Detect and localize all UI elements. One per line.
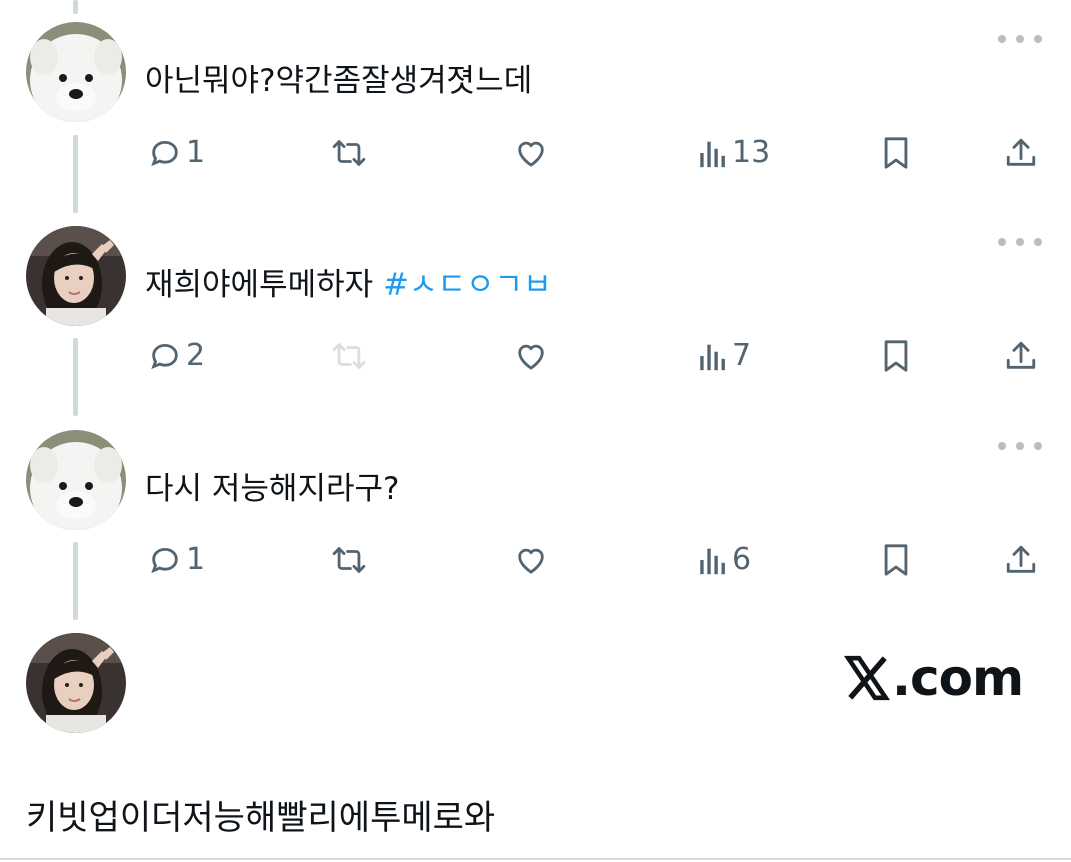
post-text: 키빗업이더저능해빨리에투메로와 <box>26 798 496 838</box>
like-icon <box>518 344 544 370</box>
reply-button[interactable]: 1 <box>148 136 205 170</box>
thread-line <box>73 542 78 620</box>
retweet-icon <box>332 140 366 166</box>
reply-icon <box>151 343 178 370</box>
share-icon <box>1006 341 1036 369</box>
views-count: 7 <box>732 338 752 373</box>
tweet-text: 다시 저능해지라구? <box>145 471 400 507</box>
tweet-text-body: 재희야에투메하자 <box>145 267 384 303</box>
like-button[interactable] <box>513 543 549 577</box>
avatar-dog[interactable] <box>26 430 126 530</box>
reply-button[interactable]: 2 <box>148 339 205 373</box>
reply-count: 2 <box>186 338 206 373</box>
reply-icon <box>151 140 178 167</box>
reply-button[interactable]: 1 <box>148 543 205 577</box>
retweet-icon <box>332 343 366 369</box>
like-icon <box>518 141 544 167</box>
thread-line <box>73 135 78 213</box>
views-button[interactable]: 6 <box>698 543 751 577</box>
views-icon <box>700 344 725 371</box>
bookmark-button[interactable] <box>881 543 911 577</box>
retweet-button[interactable] <box>330 136 368 170</box>
reply-count: 1 <box>186 542 206 577</box>
tweet-text: 재희야에투메하자 #ㅅㄷㅇㄱㅂ <box>145 265 552 305</box>
retweet-button-disabled <box>330 339 368 373</box>
reply-icon <box>151 547 178 574</box>
more-icon[interactable] <box>998 438 1042 454</box>
avatar-dog[interactable] <box>26 22 126 122</box>
views-count: 13 <box>732 135 771 170</box>
views-icon <box>700 141 725 168</box>
avatar-girl[interactable] <box>26 226 126 326</box>
divider <box>0 858 1071 860</box>
bookmark-icon <box>884 137 908 169</box>
share-button[interactable] <box>1004 543 1038 577</box>
like-button[interactable] <box>513 339 549 373</box>
hashtag-link[interactable]: #ㅅㄷㅇㄱㅂ <box>383 267 552 303</box>
bookmark-button[interactable] <box>881 136 911 170</box>
share-button[interactable] <box>1004 136 1038 170</box>
views-icon <box>700 548 725 575</box>
views-button[interactable]: 13 <box>698 136 770 170</box>
share-button[interactable] <box>1004 339 1038 373</box>
thread-line <box>73 338 78 416</box>
watermark-text: .com <box>892 649 1024 707</box>
views-count: 6 <box>732 542 752 577</box>
share-icon <box>1006 545 1036 573</box>
retweet-icon <box>332 547 366 573</box>
thread-line <box>73 0 78 14</box>
like-icon <box>518 548 544 574</box>
more-icon[interactable] <box>998 31 1042 47</box>
views-button[interactable]: 7 <box>698 339 751 373</box>
bookmark-button[interactable] <box>881 339 911 373</box>
x-com-watermark: .com <box>842 649 1024 707</box>
like-button[interactable] <box>513 136 549 170</box>
avatar-girl[interactable] <box>26 633 126 733</box>
bookmark-icon <box>884 544 908 576</box>
bookmark-icon <box>884 340 908 372</box>
tweet-text: 아닌뭐야?약간좀잘생겨졋느데 <box>145 63 533 99</box>
retweet-button[interactable] <box>330 543 368 577</box>
share-icon <box>1006 138 1036 166</box>
x-logo-icon <box>843 655 891 701</box>
reply-count: 1 <box>186 135 206 170</box>
more-icon[interactable] <box>998 234 1042 250</box>
